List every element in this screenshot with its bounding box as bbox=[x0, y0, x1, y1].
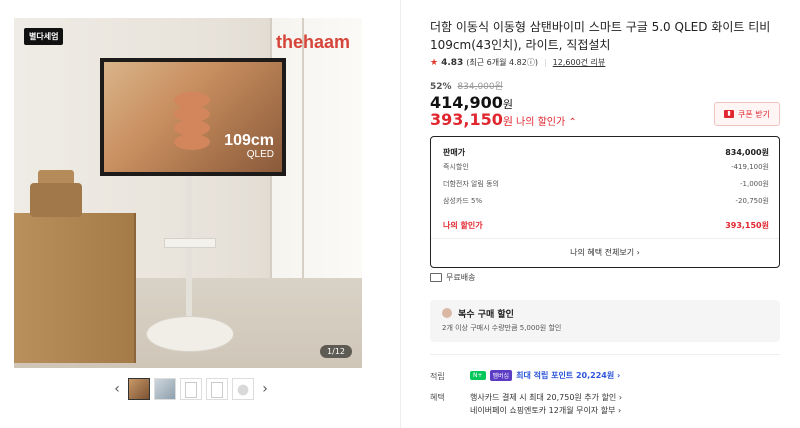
price-breakdown-box: 판매가 834,000원 즉시할인 -419,100원 더함전자 알림 동의 -… bbox=[430, 136, 780, 268]
multi-buy-title: 복수 구매 할인 bbox=[458, 310, 514, 320]
breakdown-divider bbox=[431, 238, 779, 239]
breakdown-label: 즉시할인 bbox=[443, 163, 469, 171]
breakdown-total-value: 393,150원 bbox=[725, 221, 769, 230]
thumbnail-2[interactable] bbox=[154, 378, 176, 400]
wood-cabinet bbox=[14, 213, 136, 363]
discount-row: 52% 834,000원 bbox=[430, 79, 503, 92]
tv-stand-base bbox=[146, 316, 234, 352]
coupon-button[interactable]: ▮ 쿠폰 받기 bbox=[714, 102, 780, 126]
rating-recent[interactable]: (최근 6개월 4.82ⓘ) bbox=[466, 57, 538, 68]
breakdown-row: 더함전자 알림 동의 -1,000원 bbox=[443, 179, 769, 189]
multi-buy-desc: 2개 이상 구매시 수량만큼 5,000원 할인 bbox=[442, 324, 562, 332]
breakdown-value: -1,000원 bbox=[739, 180, 769, 188]
breakdown-label: 더함전자 알림 동의 bbox=[443, 180, 499, 188]
breakdown-value: 834,000원 bbox=[725, 148, 769, 157]
tv-type-text: QLED bbox=[246, 149, 274, 160]
rating-row: ★ 4.83 (최근 6개월 4.82ⓘ) | 12,600건 리뷰 bbox=[430, 57, 605, 68]
my-price-unit: 원 bbox=[502, 115, 513, 128]
breakdown-value: -419,100원 bbox=[731, 163, 769, 171]
thumbnail-1[interactable] bbox=[128, 378, 150, 400]
naver-plus-badge: N+ bbox=[470, 371, 486, 380]
my-price: 393,150원 나의 할인가 ⌃ bbox=[430, 110, 577, 129]
breakdown-value: -20,750원 bbox=[735, 197, 769, 205]
rating-score: 4.83 bbox=[441, 57, 464, 68]
benefit-card-discount[interactable]: 행사카드 결제 시 최대 20,750원 추가 할인 › bbox=[470, 391, 622, 404]
benefits-list: 행사카드 결제 시 최대 20,750원 추가 할인 › 네이버페이 쇼핑엔토카… bbox=[470, 391, 622, 417]
tv-stand-shelf bbox=[164, 238, 216, 248]
breakdown-label: 삼성카드 5% bbox=[443, 197, 483, 205]
thumbnail-3[interactable] bbox=[180, 378, 202, 400]
benefits-label: 혜택 bbox=[430, 393, 445, 402]
points-label: 적립 bbox=[430, 372, 445, 381]
my-price-value: 393,150 bbox=[430, 110, 503, 129]
coupon-button-label: 쿠폰 받기 bbox=[738, 109, 770, 119]
thumbnail-5[interactable] bbox=[232, 378, 254, 400]
tv-size-text: 109cm bbox=[224, 132, 274, 149]
brand-logo: thehaam bbox=[275, 32, 350, 52]
coupon-icon: ▮ bbox=[724, 110, 734, 118]
thumbnail-4[interactable] bbox=[206, 378, 228, 400]
breakdown-total-label: 나의 할인가 bbox=[443, 221, 483, 230]
star-icon: ★ bbox=[430, 57, 439, 68]
breakdown-row: 판매가 834,000원 bbox=[443, 147, 769, 158]
rating-separator: | bbox=[543, 58, 547, 67]
product-gallery: 109cm QLED 별다세엄 thehaam 1/12 ‹ › bbox=[0, 0, 400, 428]
breakdown-label: 판매가 bbox=[443, 148, 466, 157]
image-counter: 1/12 bbox=[320, 345, 352, 358]
tv-size-label: 109cm QLED bbox=[224, 132, 274, 162]
points-text: 최대 적립 포인트 20,224원 › bbox=[516, 371, 621, 380]
tv-display: 109cm QLED bbox=[100, 58, 286, 176]
column-divider bbox=[400, 0, 401, 428]
section-divider bbox=[430, 354, 780, 355]
breakdown-row: 삼성카드 5% -20,750원 bbox=[443, 196, 769, 206]
truck-icon bbox=[430, 273, 442, 282]
breakdown-row: 즉시할인 -419,100원 bbox=[443, 162, 769, 172]
main-product-image[interactable]: 109cm QLED 별다세엄 thehaam 1/12 bbox=[14, 18, 362, 368]
product-title: 더함 이동식 이동형 삼탠바이미 스마트 구글 5.0 QLED 화이트 티비 … bbox=[430, 20, 771, 52]
discount-percent: 52% bbox=[430, 82, 452, 92]
screen-pastry bbox=[174, 134, 210, 150]
multi-buy-discount[interactable]: 복수 구매 할인 2개 이상 구매시 수량만큼 5,000원 할인 bbox=[430, 300, 780, 342]
prev-thumb-arrow[interactable]: ‹ bbox=[110, 381, 124, 397]
discount-icon bbox=[442, 308, 452, 318]
wood-basket bbox=[30, 183, 82, 217]
thumbnail-strip: ‹ › bbox=[110, 378, 272, 400]
review-count-link[interactable]: 12,600건 리뷰 bbox=[553, 57, 606, 68]
tv-stand-pole bbox=[186, 172, 192, 327]
brand-badge: 별다세엄 bbox=[24, 28, 64, 45]
shipping-text: 무료배송 bbox=[446, 273, 476, 282]
my-price-toggle[interactable]: 나의 할인가 ⌃ bbox=[516, 117, 577, 128]
benefit-installment[interactable]: 네이버페이 쇼핑엔토카 12개월 무이자 할부 › bbox=[470, 404, 622, 417]
view-all-benefits-link[interactable]: 나의 혜택 전체보기 › bbox=[431, 247, 779, 258]
points-row[interactable]: N+ 멤버십 최대 적립 포인트 20,224원 › bbox=[470, 370, 620, 381]
breakdown-total-row: 나의 할인가 393,150원 bbox=[443, 220, 769, 231]
shipping-row: 무료배송 bbox=[430, 272, 475, 283]
membership-badge: 멤버십 bbox=[489, 370, 513, 381]
original-price: 834,000원 bbox=[457, 82, 503, 92]
next-thumb-arrow[interactable]: › bbox=[258, 381, 272, 397]
